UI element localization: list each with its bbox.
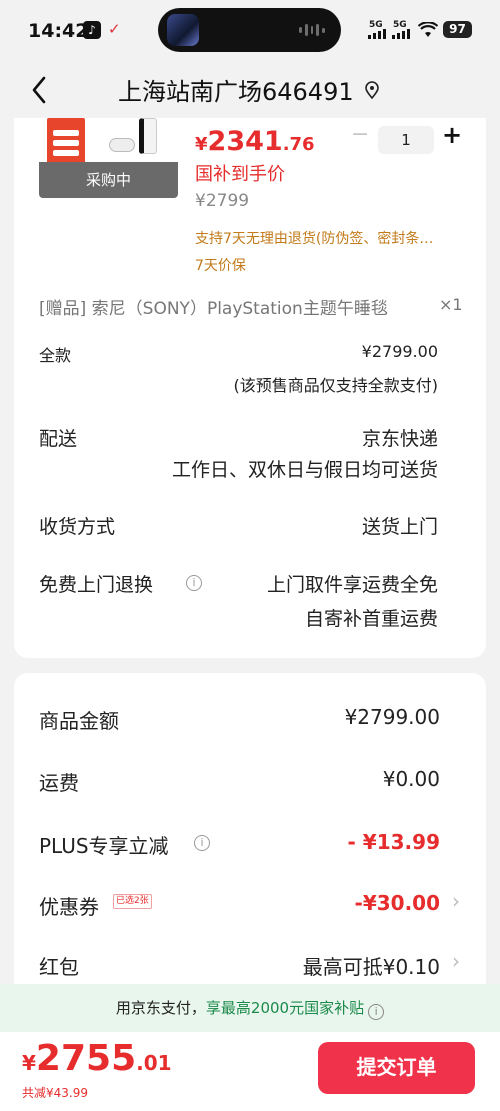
original-price: ¥2799	[195, 191, 250, 211]
media-thumbnail	[167, 14, 199, 46]
product-image[interactable]: 采购中	[39, 118, 178, 198]
subsidy-price-label: 国补到手价	[195, 164, 285, 185]
delivery-carrier[interactable]: 京东快递	[362, 424, 438, 451]
product-card: 采购中 ¥2341.76 国补到手价 ¥2799 支持7天无理由退货(防伪签、密…	[14, 118, 486, 658]
return-self-send-text: 自寄补首重运费	[304, 608, 438, 630]
console-image	[139, 118, 157, 154]
wifi-icon	[418, 22, 438, 37]
red-packet-value[interactable]: 最高可抵¥0.10	[303, 951, 440, 980]
delivery-schedule[interactable]: 工作日、双休日与假日均可送货	[172, 455, 438, 482]
banner-highlight: 享最高2000元国家补贴	[205, 999, 365, 1017]
audio-wave-icon	[299, 23, 325, 37]
goods-amount-label: 商品金额	[39, 709, 119, 733]
total-price: ¥2755.01	[22, 1038, 172, 1079]
banner-text: 用京东支付，	[115, 999, 206, 1017]
red-packet-label[interactable]: 红包	[39, 951, 79, 980]
product-price: ¥2341.76	[195, 126, 315, 157]
quantity-decrease-button[interactable]: −	[351, 122, 369, 147]
checkout-bar: ¥2755.01 共减¥43.99 提交订单	[0, 1032, 500, 1111]
plus-discount-value: - ¥13.99	[347, 830, 440, 854]
price-summary-card: 商品金额 ¥2799.00 运费 ¥0.00 PLUS专享立减 i - ¥13.…	[14, 673, 486, 1013]
info-icon[interactable]: i	[194, 835, 210, 851]
product-box-image	[47, 118, 85, 166]
total-savings[interactable]: 共减¥43.99	[22, 1084, 88, 1101]
status-bar: 14:42 ♪ ✓ 5G 5G 97	[0, 0, 500, 62]
coupon-selected-badge: 已选2张	[113, 894, 152, 909]
delivery-label: 配送	[39, 428, 78, 450]
payment-type-label: 全款	[39, 346, 72, 365]
price-protection-tag[interactable]: 7天价保	[195, 255, 246, 275]
chevron-right-icon[interactable]: ›	[452, 889, 460, 913]
clock: 14:42	[28, 20, 89, 42]
payment-note: (该预售商品仅支持全款支付)	[233, 376, 439, 395]
payment-amount: ¥2799.00	[361, 342, 438, 361]
controller-image	[109, 138, 135, 152]
info-icon[interactable]: i	[186, 575, 202, 591]
receive-method-value[interactable]: 送货上门	[362, 512, 438, 539]
back-icon[interactable]	[26, 72, 56, 108]
free-return-label: 免费上门退换	[39, 574, 154, 596]
shipping-label: 运费	[39, 771, 79, 795]
tiktok-icon: ♪	[83, 21, 101, 39]
coupon-label[interactable]: 优惠券	[39, 891, 99, 920]
page-title[interactable]: 上海站南广场646491	[118, 72, 354, 107]
receive-method-label: 收货方式	[39, 516, 116, 538]
chevron-right-icon[interactable]: ›	[452, 949, 460, 973]
jd-pay-subsidy-banner[interactable]: 用京东支付，享最高2000元国家补贴 i	[0, 984, 500, 1032]
quantity-input[interactable]: 1	[378, 126, 434, 154]
gift-quantity: ×1	[439, 295, 463, 314]
page-header: 上海站南广场646491	[0, 62, 500, 118]
dynamic-island[interactable]	[158, 8, 341, 52]
coupon-value[interactable]: -¥30.00	[355, 891, 440, 915]
app-notify-icon: ✓	[108, 20, 121, 38]
location-icon[interactable]	[364, 81, 380, 99]
info-icon[interactable]: i	[368, 1004, 385, 1020]
signal-bars-icon	[368, 29, 386, 39]
plus-discount-label: PLUS专享立减	[39, 834, 169, 858]
shipping-value: ¥0.00	[382, 767, 440, 791]
return-pickup-text: 上门取件享运费全免	[266, 574, 438, 596]
signal-bars-icon	[392, 29, 410, 39]
return-policy-tag[interactable]: 支持7天无理由退货(防伪签、密封条…	[195, 228, 433, 248]
gift-item: [赠品] 索尼（SONY）PlayStation主题午睡毯	[39, 299, 388, 319]
submit-order-button[interactable]: 提交订单	[318, 1042, 475, 1094]
procuring-overlay: 采购中	[39, 162, 178, 198]
goods-amount-value: ¥2799.00	[344, 705, 440, 729]
battery-indicator: 97	[443, 21, 472, 38]
quantity-increase-button[interactable]: +	[442, 121, 462, 149]
